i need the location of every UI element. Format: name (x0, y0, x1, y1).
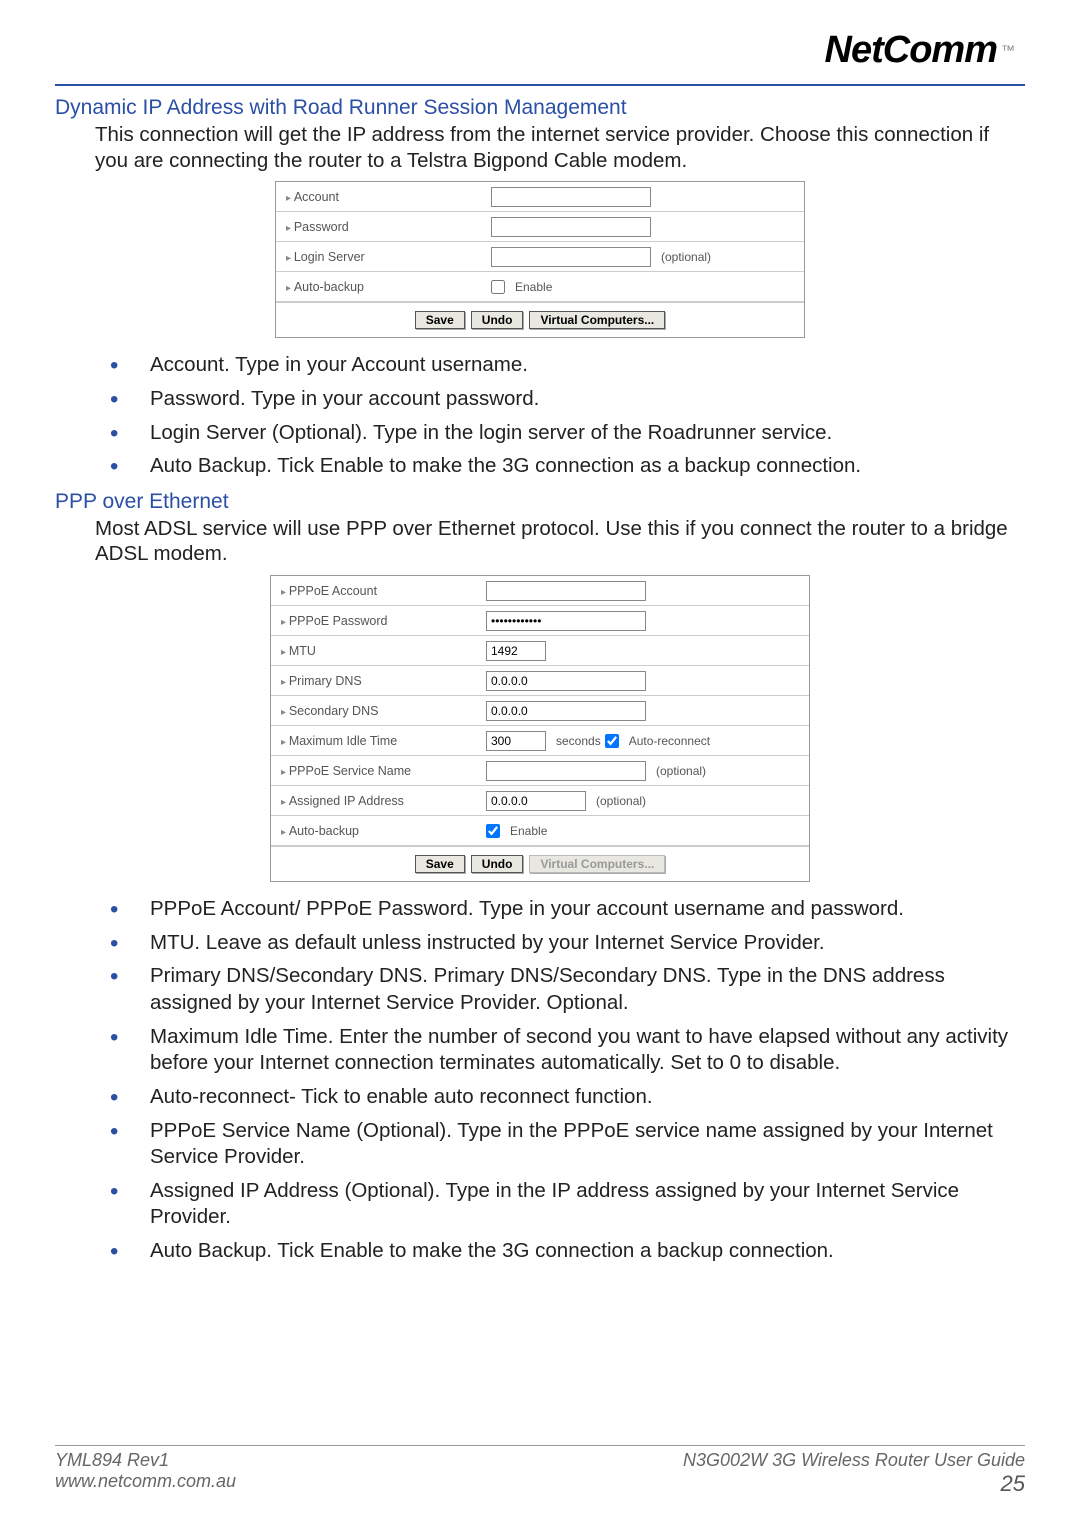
list-item: MTU. Leave as default unless instructed … (110, 930, 1025, 957)
list-item: Primary DNS/Secondary DNS. Primary DNS/S… (110, 963, 1025, 1016)
autobackup2-label: Auto-backup (281, 824, 486, 838)
login-server-input[interactable] (491, 247, 651, 267)
idle-seconds: seconds (556, 734, 601, 748)
list-item: Auto Backup. Tick Enable to make the 3G … (110, 453, 1025, 480)
assigned-ip-label: Assigned IP Address (281, 794, 486, 808)
section1-bullets: Account. Type in your Account username. … (110, 352, 1025, 480)
pppoe-password-label: PPPoE Password (281, 614, 486, 628)
list-item: Auto Backup. Tick Enable to make the 3G … (110, 1238, 1025, 1265)
pppoe-account-label: PPPoE Account (281, 584, 486, 598)
idle-input[interactable] (486, 731, 546, 751)
row-pppoe-account: PPPoE Account (271, 576, 809, 606)
account-input[interactable] (491, 187, 651, 207)
autobackup2-text: Enable (510, 824, 547, 838)
footer-guide: N3G002W 3G Wireless Router User Guide (683, 1450, 1025, 1471)
undo-button[interactable]: Undo (471, 855, 524, 873)
row-service-name: PPPoE Service Name (optional) (271, 756, 809, 786)
list-item: Assigned IP Address (Optional). Type in … (110, 1178, 1025, 1231)
row-autobackup2: Auto-backup Enable (271, 816, 809, 846)
autobackup-label: Auto-backup (286, 280, 491, 294)
auto-reconnect-text: Auto-reconnect (629, 734, 710, 748)
section2-intro: Most ADSL service will use PPP over Ethe… (95, 516, 1025, 567)
virtual-computers-button[interactable]: Virtual Computers... (529, 855, 665, 873)
password-input[interactable] (491, 217, 651, 237)
row-autobackup: Auto-backup Enable (276, 272, 804, 302)
undo-button[interactable]: Undo (471, 311, 524, 329)
list-item: Account. Type in your Account username. (110, 352, 1025, 379)
service-name-input[interactable] (486, 761, 646, 781)
brand-logo: NetComm ™ (55, 20, 1025, 80)
secondary-dns-input[interactable] (486, 701, 646, 721)
section2-button-row: Save Undo Virtual Computers... (271, 846, 809, 881)
virtual-computers-button[interactable]: Virtual Computers... (529, 311, 665, 329)
section2-bullets: PPPoE Account/ PPPoE Password. Type in y… (110, 896, 1025, 1265)
row-pppoe-password: PPPoE Password (271, 606, 809, 636)
list-item: Auto-reconnect- Tick to enable auto reco… (110, 1084, 1025, 1111)
list-item: Password. Type in your account password. (110, 386, 1025, 413)
footer-page: 25 (683, 1471, 1025, 1497)
list-item: PPPoE Service Name (Optional). Type in t… (110, 1118, 1025, 1171)
auto-reconnect-checkbox[interactable] (605, 734, 619, 748)
service-name-label: PPPoE Service Name (281, 764, 486, 778)
row-assigned-ip: Assigned IP Address (optional) (271, 786, 809, 816)
row-password: Password (276, 212, 804, 242)
row-secondary-dns: Secondary DNS (271, 696, 809, 726)
mtu-label: MTU (281, 644, 486, 658)
pppoe-account-input[interactable] (486, 581, 646, 601)
section2-heading: PPP over Ethernet (55, 490, 1025, 514)
list-item: PPPoE Account/ PPPoE Password. Type in y… (110, 896, 1025, 923)
autobackup2-checkbox[interactable] (486, 824, 500, 838)
page-footer: YML894 Rev1 www.netcomm.com.au N3G002W 3… (55, 1445, 1025, 1497)
password-label: Password (286, 220, 491, 234)
assigned-ip-input[interactable] (486, 791, 586, 811)
footer-url: www.netcomm.com.au (55, 1471, 236, 1492)
autobackup-checkbox[interactable] (491, 280, 505, 294)
header-divider (55, 84, 1025, 86)
row-idle-time: Maximum Idle Time seconds Auto-reconnect (271, 726, 809, 756)
mtu-input[interactable] (486, 641, 546, 661)
list-item: Login Server (Optional). Type in the log… (110, 420, 1025, 447)
primary-dns-label: Primary DNS (281, 674, 486, 688)
list-item: Maximum Idle Time. Enter the number of s… (110, 1024, 1025, 1077)
section2-config-box: PPPoE Account PPPoE Password MTU Primary… (270, 575, 810, 882)
idle-label: Maximum Idle Time (281, 734, 486, 748)
assigned-ip-optional: (optional) (596, 794, 646, 808)
row-login-server: Login Server (optional) (276, 242, 804, 272)
row-account: Account (276, 182, 804, 212)
pppoe-password-input[interactable] (486, 611, 646, 631)
section1-config-box: Account Password Login Server (optional)… (275, 181, 805, 338)
save-button[interactable]: Save (415, 311, 465, 329)
footer-rev: YML894 Rev1 (55, 1450, 236, 1471)
login-server-label: Login Server (286, 250, 491, 264)
save-button[interactable]: Save (415, 855, 465, 873)
section1-button-row: Save Undo Virtual Computers... (276, 302, 804, 337)
autobackup-text: Enable (515, 280, 552, 294)
section1-intro: This connection will get the IP address … (95, 122, 1025, 173)
service-name-optional: (optional) (656, 764, 706, 778)
account-label: Account (286, 190, 491, 204)
brand-tm: ™ (1001, 42, 1015, 58)
row-mtu: MTU (271, 636, 809, 666)
login-server-optional: (optional) (661, 250, 711, 264)
brand-name: NetComm (825, 29, 997, 72)
primary-dns-input[interactable] (486, 671, 646, 691)
secondary-dns-label: Secondary DNS (281, 704, 486, 718)
section1-heading: Dynamic IP Address with Road Runner Sess… (55, 96, 1025, 120)
row-primary-dns: Primary DNS (271, 666, 809, 696)
